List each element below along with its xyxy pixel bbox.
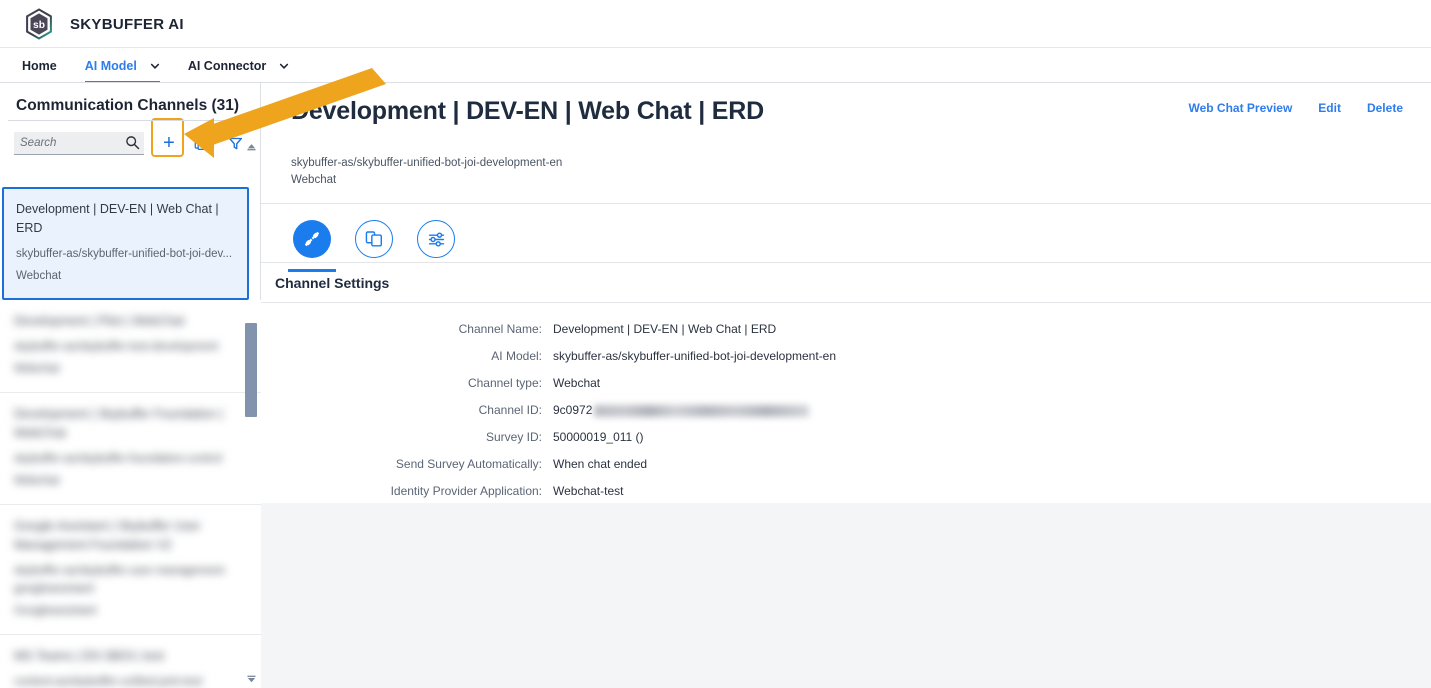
- settings-heading: Channel Settings: [275, 275, 390, 291]
- nav-label-home: Home: [22, 58, 57, 73]
- chevron-down-icon[interactable]: [279, 61, 289, 71]
- field-row-channel-id: Channel ID: 9c0972: [261, 401, 1431, 419]
- field-row-channel-type: Channel type: Webchat: [261, 374, 1431, 392]
- nav-item-home[interactable]: Home: [22, 48, 57, 83]
- detail-card: Development | DEV-EN | Web Chat | ERD We…: [261, 83, 1431, 503]
- settings-heading-divider: [261, 302, 1431, 303]
- tab-icon-row: [261, 204, 1431, 272]
- channel-item-type: Webchat: [14, 475, 60, 487]
- channel-item-type: Webchat: [16, 270, 62, 282]
- tab-settings[interactable]: [417, 220, 455, 258]
- plus-icon: +: [163, 132, 175, 154]
- field-row-ai-model: AI Model: skybuffer-as/skybuffer-unified…: [261, 347, 1431, 365]
- scroll-up-arrow-icon[interactable]: [246, 141, 257, 152]
- tab-cards[interactable]: [355, 220, 393, 258]
- field-label: Channel type:: [467, 376, 542, 390]
- nav-label-ai-connector: AI Connector: [187, 58, 267, 73]
- channel-item-model: skybuffer-as/skybuffer-test-development: [14, 341, 219, 353]
- field-value: Webchat: [553, 376, 601, 390]
- field-label: Channel Name:: [458, 322, 542, 336]
- detail-subtitle: skybuffer-as/skybuffer-unified-bot-joi-d…: [261, 145, 1431, 203]
- chevron-down-icon[interactable]: [150, 61, 160, 71]
- field-value: 50000019_011 (): [553, 430, 644, 444]
- channel-item-name: Development | DEV-EN | Web Chat | ERD: [16, 202, 219, 235]
- field-label: Send Survey Automatically:: [395, 457, 542, 471]
- channel-list[interactable]: Development | DEV-EN | Web Chat | ERD sk…: [0, 187, 261, 688]
- list-item[interactable]: Development | Skybuffer Foundation | Web…: [0, 393, 261, 505]
- nav-label-ai-model: AI Model: [84, 58, 137, 73]
- top-header-bar: sb SKYBUFFER AI: [0, 0, 1431, 48]
- tab-connection[interactable]: [288, 220, 336, 272]
- list-item[interactable]: Development | Pilot | WebChat skybuffer-…: [0, 300, 261, 393]
- main-navigation: Home AI Model AI Connector: [0, 48, 1431, 83]
- channel-item-name: MS Teams | EN SBOt | test: [14, 649, 165, 663]
- channel-settings-fields: Channel Name: Development | DEV-EN | Web…: [261, 320, 1431, 500]
- sliders-settings-icon: [428, 231, 444, 247]
- channel-item-model: skybuffer-as/skybuffer-unified-bot-joi-d…: [16, 248, 233, 260]
- list-item[interactable]: Google Assistant | Skybuffer User Manage…: [0, 505, 261, 635]
- field-row-send-survey: Send Survey Automatically: When chat end…: [261, 455, 1431, 473]
- filter-icon: [228, 137, 242, 149]
- channel-item-name: Development | Skybuffer Foundation | Web…: [14, 407, 224, 440]
- channel-item-model: skybuffer-as/skybuffer-foundation-contro…: [14, 453, 222, 465]
- field-row-identity-provider: Identity Provider Application: Webchat-t…: [261, 482, 1431, 500]
- web-chat-preview-link[interactable]: Web Chat Preview: [1188, 101, 1292, 115]
- scrollbar-thumb[interactable]: [245, 323, 257, 417]
- field-label: Channel ID:: [478, 403, 542, 417]
- search-input[interactable]: [20, 136, 122, 149]
- field-value: skybuffer-as/skybuffer-unified-bot-joi-d…: [553, 349, 837, 363]
- application-window: sb SKYBUFFER AI Home AI Model AI Connect…: [0, 0, 1431, 688]
- add-channel-button[interactable]: +: [156, 130, 182, 156]
- sidebar-toolbar: +: [0, 118, 260, 162]
- detail-header: Development | DEV-EN | Web Chat | ERD We…: [261, 83, 1431, 145]
- field-row-survey-id: Survey ID: 50000019_011 (): [261, 428, 1431, 446]
- delete-link[interactable]: Delete: [1367, 101, 1403, 115]
- field-row-channel-name: Channel Name: Development | DEV-EN | Web…: [261, 320, 1431, 338]
- copy-cards-icon: [365, 231, 383, 247]
- brand-logo-group[interactable]: sb SKYBUFFER AI: [22, 7, 184, 41]
- sidebar-scrollbar[interactable]: [245, 141, 258, 688]
- sb-hexagon-logo-icon: sb: [26, 8, 52, 40]
- sidebar-panel: Communication Channels (31) +: [0, 83, 261, 688]
- plug-connector-icon: [304, 231, 320, 247]
- scroll-down-arrow-icon[interactable]: [246, 674, 257, 685]
- search-icon[interactable]: [125, 135, 140, 150]
- duplicate-icon: [194, 136, 207, 150]
- toolbar-divider: [8, 120, 252, 121]
- channel-item-name: Development | Pilot | WebChat: [14, 314, 185, 328]
- field-value: 9c0972: [553, 403, 593, 417]
- duplicate-channel-button[interactable]: [188, 130, 214, 156]
- list-item-selected[interactable]: Development | DEV-EN | Web Chat | ERD sk…: [2, 187, 249, 300]
- edit-link[interactable]: Edit: [1318, 101, 1341, 115]
- channel-item-type: Googleassistant: [14, 605, 97, 617]
- field-value: Development | DEV-EN | Web Chat | ERD: [553, 322, 777, 336]
- field-value: When chat ended: [553, 457, 648, 471]
- channel-item-type: Webchat: [14, 363, 60, 375]
- field-label: Identity Provider Application:: [390, 484, 542, 498]
- list-item[interactable]: MS Teams | EN SBOt | test content-as/sky…: [0, 635, 261, 688]
- subtitle-type: Webchat: [291, 174, 337, 186]
- search-field-wrapper[interactable]: [14, 131, 144, 155]
- redacted-channel-id-mask: [594, 404, 810, 417]
- main-content-area: Development | DEV-EN | Web Chat | ERD We…: [261, 83, 1431, 688]
- nav-item-ai-model[interactable]: AI Model: [84, 48, 160, 83]
- field-label: AI Model:: [491, 349, 542, 363]
- svg-text:sb: sb: [33, 20, 45, 31]
- field-value: Webchat-test: [553, 484, 624, 498]
- nav-item-ai-connector[interactable]: AI Connector: [188, 48, 289, 83]
- channel-item-model: skybuffer-as/skybuffer-user-management-g…: [14, 565, 228, 595]
- subtitle-model: skybuffer-as/skybuffer-unified-bot-joi-d…: [291, 157, 563, 169]
- field-label: Survey ID:: [485, 430, 542, 444]
- brand-name: SKYBUFFER AI: [70, 15, 184, 33]
- sidebar-title: Communication Channels (31): [16, 97, 240, 114]
- channel-item-model: content-as/skybuffer-unified-joint-test: [14, 676, 203, 688]
- field-value-wrapper: 9c0972: [553, 401, 810, 419]
- channel-item-name: Google Assistant | Skybuffer User Manage…: [14, 519, 201, 552]
- header-action-links: Web Chat Preview Edit Delete: [1188, 101, 1403, 115]
